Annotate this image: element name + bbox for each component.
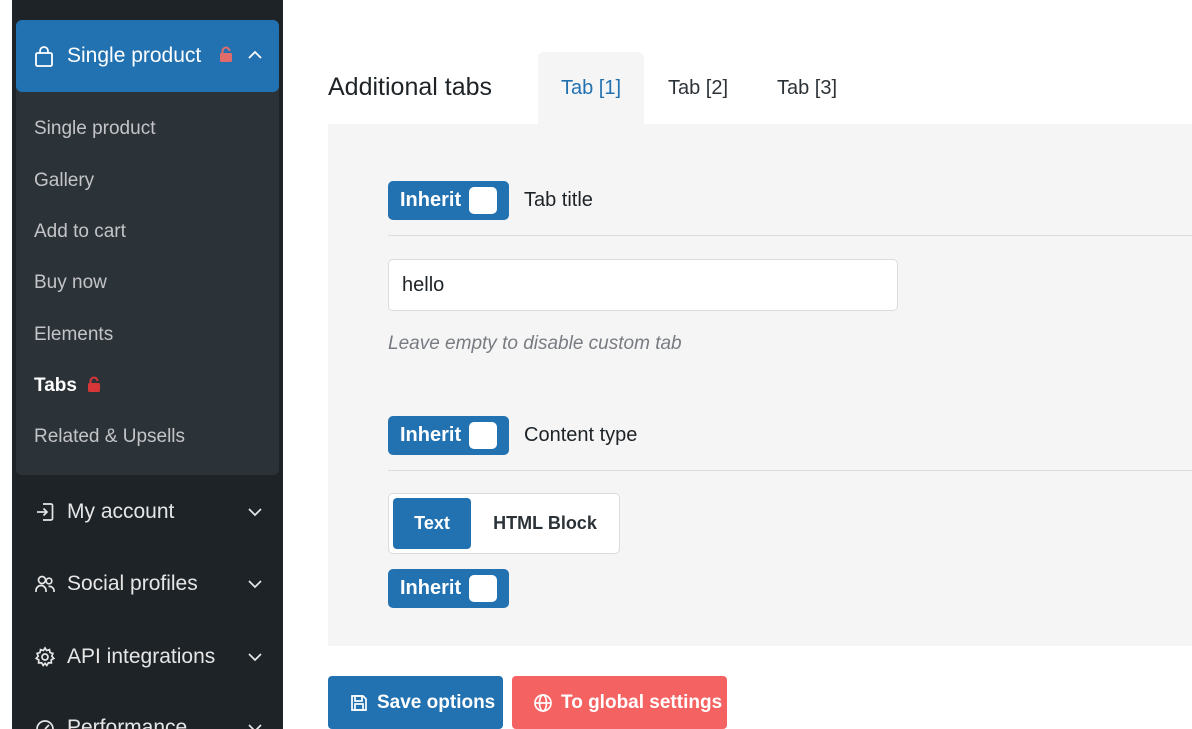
divider — [388, 470, 1192, 471]
tab-3[interactable]: Tab [3] — [752, 52, 862, 124]
tab-title-label: Tab title — [524, 189, 593, 211]
lock-icon — [87, 376, 100, 392]
global-settings-button[interactable]: To global settings — [512, 676, 727, 729]
chevron-down-icon — [248, 653, 262, 662]
inherit-toggle-content-type[interactable]: Inherit — [388, 416, 509, 455]
content-type-option-html-block[interactable]: HTML Block — [481, 498, 609, 549]
sidebar-subitem-single-product[interactable]: Single product — [34, 118, 155, 140]
sidebar-subitem-elements[interactable]: Elements — [34, 324, 113, 346]
sidebar-subitem-tabs[interactable]: Tabs — [34, 375, 101, 397]
sign-in-icon — [37, 503, 54, 521]
sidebar-group-single-product: Single product Single product Gallery Ad… — [16, 20, 279, 475]
sidebar-subitem-related-upsells[interactable]: Related & Upsells — [34, 426, 185, 448]
toggle-knob — [469, 575, 497, 602]
lock-icon — [220, 46, 232, 62]
divider — [388, 235, 1192, 236]
save-options-button[interactable]: Save options — [328, 676, 503, 729]
sidebar-item-api-integrations[interactable]: API integrations — [16, 637, 279, 677]
inherit-toggle-content[interactable]: Inherit — [388, 569, 509, 608]
tab-2[interactable]: Tab [2] — [644, 52, 752, 124]
sidebar: Single product Single product Gallery Ad… — [12, 0, 283, 729]
tab-title-input[interactable] — [388, 259, 898, 311]
tab-1[interactable]: Tab [1] — [538, 52, 644, 124]
sidebar-item-label: API integrations — [67, 645, 216, 668]
page-title: Additional tabs — [328, 73, 493, 101]
content-type-label: Content type — [524, 424, 638, 446]
gear-icon — [34, 646, 56, 667]
sidebar-item-label: Single product — [67, 44, 202, 67]
content-type-option-text[interactable]: Text — [393, 498, 471, 549]
chevron-up-icon — [248, 50, 262, 59]
sidebar-item-performance[interactable]: Performance — [16, 708, 279, 729]
inherit-toggle-tab-title[interactable]: Inherit — [388, 181, 509, 220]
users-icon — [35, 575, 55, 592]
sidebar-subitem-gallery[interactable]: Gallery — [34, 170, 94, 192]
sidebar-item-social-profiles[interactable]: Social profiles — [16, 564, 279, 604]
toggle-knob — [469, 422, 497, 449]
tab-title-hint: Leave empty to disable custom tab — [388, 333, 682, 354]
sidebar-subitem-buy-now[interactable]: Buy now — [34, 272, 107, 294]
gauge-icon — [36, 720, 54, 729]
sidebar-item-single-product[interactable]: Single product — [16, 20, 279, 92]
globe-icon — [534, 693, 552, 712]
save-icon — [351, 694, 367, 711]
sidebar-item-label: Social profiles — [67, 572, 198, 595]
shopping-bag-icon — [35, 46, 53, 67]
chevron-down-icon — [248, 724, 262, 729]
content-type-selector: Text HTML Block — [388, 493, 620, 554]
toggle-knob — [469, 187, 497, 214]
sidebar-subitem-add-to-cart[interactable]: Add to cart — [34, 221, 126, 243]
sidebar-item-label: Performance — [67, 716, 188, 729]
sidebar-item-my-account[interactable]: My account — [16, 492, 279, 532]
sidebar-item-label: My account — [67, 500, 175, 523]
chevron-down-icon — [248, 580, 262, 589]
chevron-down-icon — [248, 508, 262, 517]
